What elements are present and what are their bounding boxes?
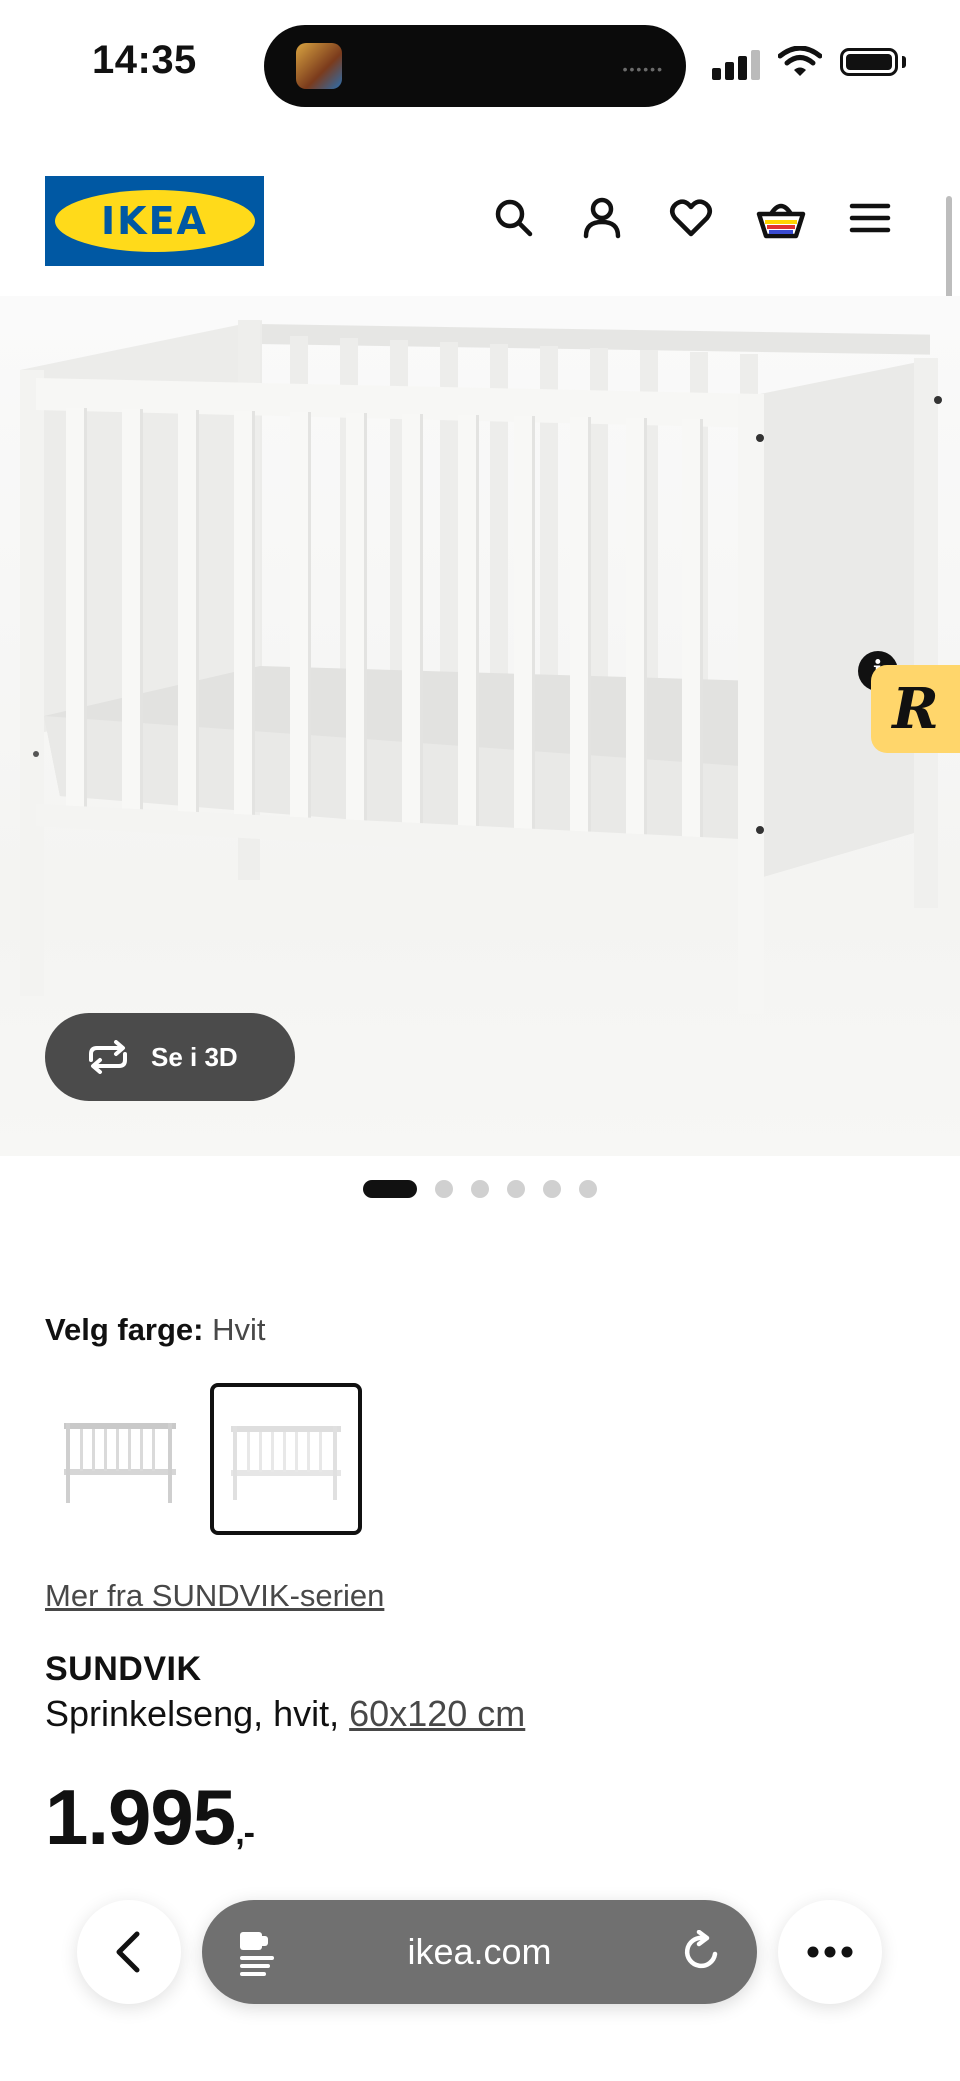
color-swatch-white[interactable] [210,1383,362,1535]
ikea-logo[interactable]: IKEA [45,176,264,266]
color-label-title: Velg farge: [45,1312,204,1347]
product-name: SUNDVIK [45,1650,202,1688]
carousel-dot-5[interactable] [543,1180,561,1198]
audio-wave-icon: •••••• [622,61,664,77]
carousel-dot-1[interactable] [363,1180,417,1198]
product-description: Sprinkelseng, hvit, 60x120 cm [45,1693,525,1735]
reader-extension-icon[interactable] [236,1928,278,1976]
carousel-dot-4[interactable] [507,1180,525,1198]
battery-icon [840,48,898,76]
more-button[interactable] [778,1900,882,2004]
address-bar[interactable]: ikea.com [202,1900,757,2004]
product-description-text: Sprinkelseng, hvit, [45,1693,350,1734]
logo-text: IKEA [101,199,208,243]
url-text: ikea.com [407,1931,552,1972]
carousel-indicator[interactable] [0,1180,960,1198]
now-playing-thumbnail [296,43,342,89]
rotate-3d-icon [89,1040,127,1074]
dynamic-island[interactable]: •••••• [264,25,686,107]
reload-icon[interactable] [681,1930,723,1974]
wifi-icon [777,45,823,83]
heart-icon[interactable] [667,194,715,242]
back-button[interactable] [77,1900,181,2004]
view-in-3d-button[interactable]: Se i 3D [45,1013,295,1101]
floating-extension-badge[interactable]: R [871,665,960,753]
battery-cap [902,56,906,68]
selected-color: Hvit [212,1312,266,1347]
cellular-signal-icon [712,50,764,80]
basket-icon[interactable] [756,194,806,242]
price-value: 1.995 [45,1773,236,1861]
color-picker-label: Velg farge: Hvit [45,1312,266,1348]
crib-thumbnail [231,1426,341,1500]
product-size-link[interactable]: 60x120 cm [349,1693,525,1734]
status-time: 14:35 [92,38,197,82]
price-suffix: ,- [235,1814,255,1852]
carousel-dot-2[interactable] [435,1180,453,1198]
series-link[interactable]: Mer fra SUNDVIK-serien [45,1578,384,1614]
chevron-left-icon [116,1931,140,1973]
crib-thumbnail [64,1423,176,1503]
badge-letter: R [892,676,939,742]
more-dots-icon [807,1946,853,1958]
color-swatch-grey-white[interactable] [45,1383,197,1535]
product-price: 1.995,- [45,1772,255,1863]
menu-icon[interactable] [846,194,894,242]
view-in-3d-label: Se i 3D [151,1041,238,1072]
carousel-dot-6[interactable] [579,1180,597,1198]
carousel-dot-3[interactable] [471,1180,489,1198]
account-icon[interactable] [578,194,626,242]
search-icon[interactable] [490,194,538,242]
